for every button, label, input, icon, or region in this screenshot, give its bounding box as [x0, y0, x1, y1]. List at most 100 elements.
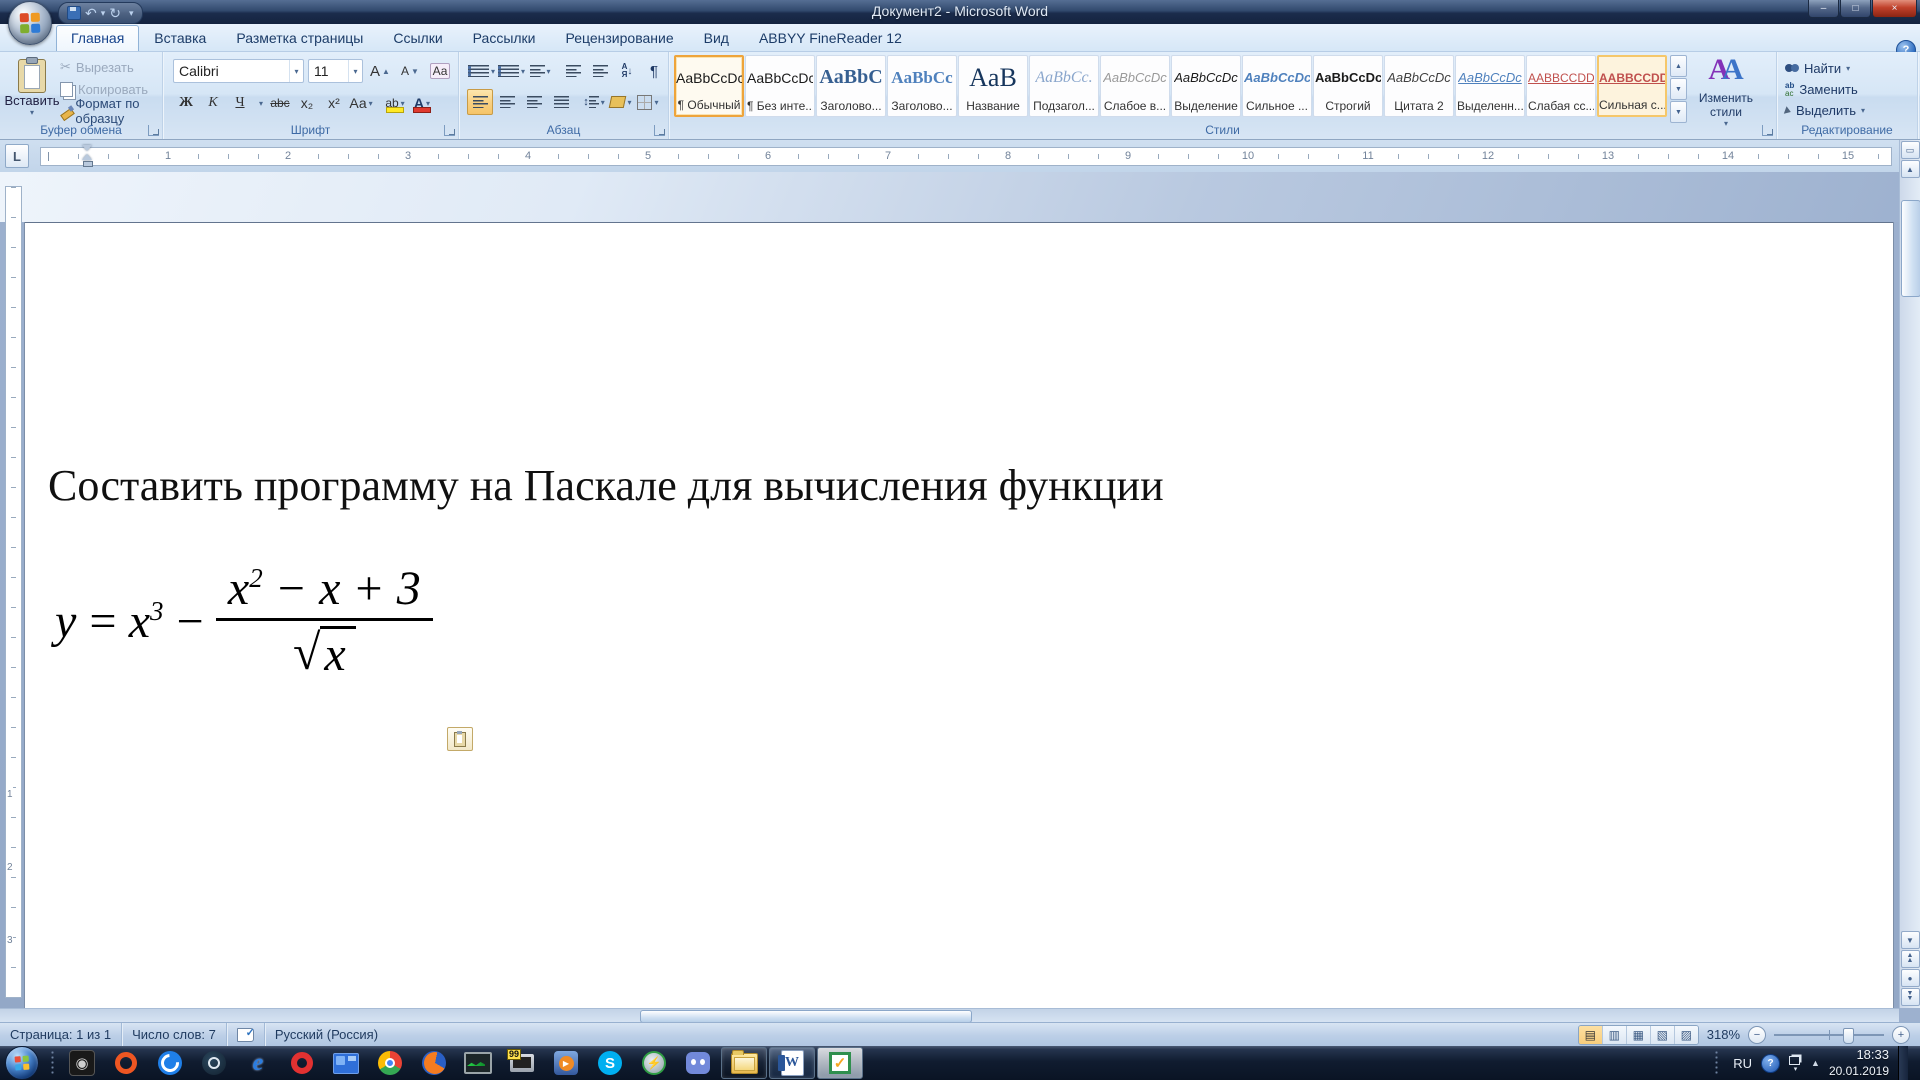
- tray-help-icon[interactable]: ?: [1761, 1054, 1780, 1073]
- borders-button[interactable]: ▾: [635, 89, 661, 115]
- tab-home[interactable]: Главная: [56, 25, 139, 51]
- find-button[interactable]: Найти ▾: [1785, 58, 1917, 79]
- office-button[interactable]: [8, 1, 52, 45]
- multilevel-list-button[interactable]: ▾: [527, 58, 553, 84]
- taskbar-media-player-icon[interactable]: ▶: [544, 1048, 588, 1078]
- taskbar-uplay-icon[interactable]: [148, 1048, 192, 1078]
- word-count-status[interactable]: Число слов: 7: [122, 1023, 227, 1046]
- taskbar-nvidia-icon[interactable]: ◉: [60, 1048, 104, 1078]
- taskbar-discord-icon[interactable]: [676, 1048, 720, 1078]
- tab-view[interactable]: Вид: [689, 25, 744, 51]
- tab-insert[interactable]: Вставка: [139, 25, 221, 51]
- tab-references[interactable]: Ссылки: [378, 25, 457, 51]
- style-card[interactable]: AaBbCcDcВыделение: [1171, 55, 1241, 117]
- page-number-status[interactable]: Страница: 1 из 1: [0, 1023, 122, 1046]
- paste-dropdown-icon[interactable]: ▾: [30, 108, 34, 117]
- tab-review[interactable]: Рецензирование: [551, 25, 689, 51]
- justify-button[interactable]: [548, 89, 574, 115]
- tab-abbyy-finereader[interactable]: ABBYY FineReader 12: [744, 25, 917, 51]
- numbering-button[interactable]: ▾: [497, 58, 526, 84]
- style-card[interactable]: AABBCCDDСильная с...: [1597, 55, 1667, 117]
- qat-customize-button[interactable]: ▾: [129, 9, 134, 18]
- taskbar-internet-explorer-icon[interactable]: e: [236, 1048, 280, 1078]
- style-card[interactable]: AaBbCc.Подзагол...: [1029, 55, 1099, 117]
- show-marks-button[interactable]: ¶: [641, 58, 667, 84]
- zoom-slider[interactable]: [1774, 1034, 1884, 1036]
- style-card[interactable]: AaBbCcDcВыделенн...: [1455, 55, 1525, 117]
- font-color-button[interactable]: А▾: [409, 90, 435, 116]
- style-card[interactable]: AaBНазвание: [958, 55, 1028, 117]
- taskbar-fps-monitor-icon[interactable]: 99: [500, 1048, 544, 1078]
- style-card[interactable]: AABBCCDDСлабая сс...: [1526, 55, 1596, 117]
- tab-mailings[interactable]: Рассылки: [458, 25, 551, 51]
- horizontal-scrollbar[interactable]: [0, 1008, 1899, 1022]
- line-spacing-button[interactable]: ↕ ▾: [581, 89, 607, 115]
- align-center-button[interactable]: [494, 89, 520, 115]
- subscript-button[interactable]: x₂: [294, 90, 320, 116]
- italic-button[interactable]: К: [200, 90, 226, 116]
- clear-formatting-button[interactable]: Аа: [427, 58, 453, 84]
- style-card[interactable]: AaBbCcЗаголово...: [887, 55, 957, 117]
- outline-view-button[interactable]: ▧: [1651, 1026, 1675, 1044]
- gallery-scroll-up-button[interactable]: ▲: [1670, 55, 1687, 77]
- replace-button[interactable]: abac Заменить: [1785, 79, 1917, 100]
- font-dialog-launcher[interactable]: [444, 125, 455, 136]
- zoom-out-button[interactable]: −: [1748, 1026, 1766, 1044]
- maximize-button[interactable]: □: [1840, 0, 1871, 18]
- taskbar-display-settings-icon[interactable]: [324, 1048, 368, 1078]
- grow-font-button[interactable]: А▲: [367, 58, 393, 84]
- hanging-indent-marker[interactable]: [82, 154, 92, 160]
- highlight-button[interactable]: ab▾: [382, 90, 408, 116]
- style-card[interactable]: AaBbCcDc¶ Обычный: [674, 55, 744, 117]
- start-button[interactable]: [5, 1046, 39, 1080]
- paragraph-dialog-launcher[interactable]: [654, 125, 665, 136]
- increase-indent-button[interactable]: [587, 58, 613, 84]
- taskbar-firefox-icon[interactable]: [412, 1048, 456, 1078]
- select-browse-object-button[interactable]: ●: [1901, 969, 1920, 987]
- close-button[interactable]: ×: [1872, 0, 1917, 18]
- bold-button[interactable]: Ж: [173, 90, 199, 116]
- chevron-down-icon[interactable]: ▾: [348, 60, 362, 82]
- shading-button[interactable]: ▾: [608, 89, 634, 115]
- redo-button[interactable]: ↻: [109, 6, 121, 20]
- vertical-scroll-thumb[interactable]: [1901, 200, 1920, 297]
- underline-dropdown-icon[interactable]: ▾: [254, 90, 266, 116]
- style-card[interactable]: AaBbCcDcСтрогий: [1313, 55, 1383, 117]
- font-family-combo[interactable]: Calibri ▾: [173, 59, 304, 83]
- zoom-in-button[interactable]: +: [1892, 1026, 1910, 1044]
- change-case-button[interactable]: Аа▾: [348, 90, 374, 116]
- font-size-combo[interactable]: 11 ▾: [308, 59, 363, 83]
- format-painter-button[interactable]: Формат по образцу: [60, 102, 162, 120]
- first-line-indent-marker[interactable]: [82, 145, 92, 151]
- vertical-scrollbar[interactable]: ▭ ▲ ▼ ▲▲ ● ▼▼: [1899, 140, 1920, 1008]
- paste-options-smart-tag[interactable]: [447, 727, 473, 751]
- scroll-up-button[interactable]: ▲: [1901, 160, 1920, 178]
- taskbar-explorer-button[interactable]: [721, 1047, 767, 1079]
- show-hidden-icons-button[interactable]: ▲: [1811, 1058, 1820, 1068]
- chevron-down-icon[interactable]: ▾: [289, 60, 303, 82]
- taskbar-word-button[interactable]: W: [769, 1047, 815, 1079]
- cut-button[interactable]: ✂ Вырезать: [60, 58, 162, 76]
- tab-page-layout[interactable]: Разметка страницы: [221, 25, 378, 51]
- taskbar-skype-icon[interactable]: S: [588, 1048, 632, 1078]
- vertical-ruler[interactable]: 1 2 3: [5, 186, 22, 998]
- clock[interactable]: 18:33 20.01.2019: [1829, 1047, 1889, 1078]
- gallery-more-button[interactable]: ▼: [1670, 101, 1687, 123]
- taskbar-steam-icon[interactable]: [192, 1048, 236, 1078]
- save-icon[interactable]: [67, 6, 81, 20]
- select-button[interactable]: Выделить ▾: [1785, 100, 1917, 121]
- superscript-button[interactable]: x²: [321, 90, 347, 116]
- tray-restore-icon[interactable]: ▾: [1789, 1054, 1802, 1073]
- web-layout-view-button[interactable]: ▦: [1627, 1026, 1651, 1044]
- fullscreen-reading-view-button[interactable]: ▥: [1603, 1026, 1627, 1044]
- undo-button[interactable]: ↶: [85, 6, 97, 20]
- zoom-level[interactable]: 318%: [1707, 1027, 1740, 1042]
- sort-button[interactable]: АЯ ↓: [614, 58, 640, 84]
- clipboard-dialog-launcher[interactable]: [148, 125, 159, 136]
- shrink-font-button[interactable]: А▼: [397, 58, 423, 84]
- style-card[interactable]: AaBbCЗаголово...: [816, 55, 886, 117]
- zoom-slider-thumb[interactable]: [1843, 1028, 1854, 1044]
- taskbar-chrome-icon[interactable]: [368, 1048, 412, 1078]
- paste-button[interactable]: Вставить ▾: [6, 56, 58, 124]
- style-card[interactable]: AaBbCcDcСлабое в...: [1100, 55, 1170, 117]
